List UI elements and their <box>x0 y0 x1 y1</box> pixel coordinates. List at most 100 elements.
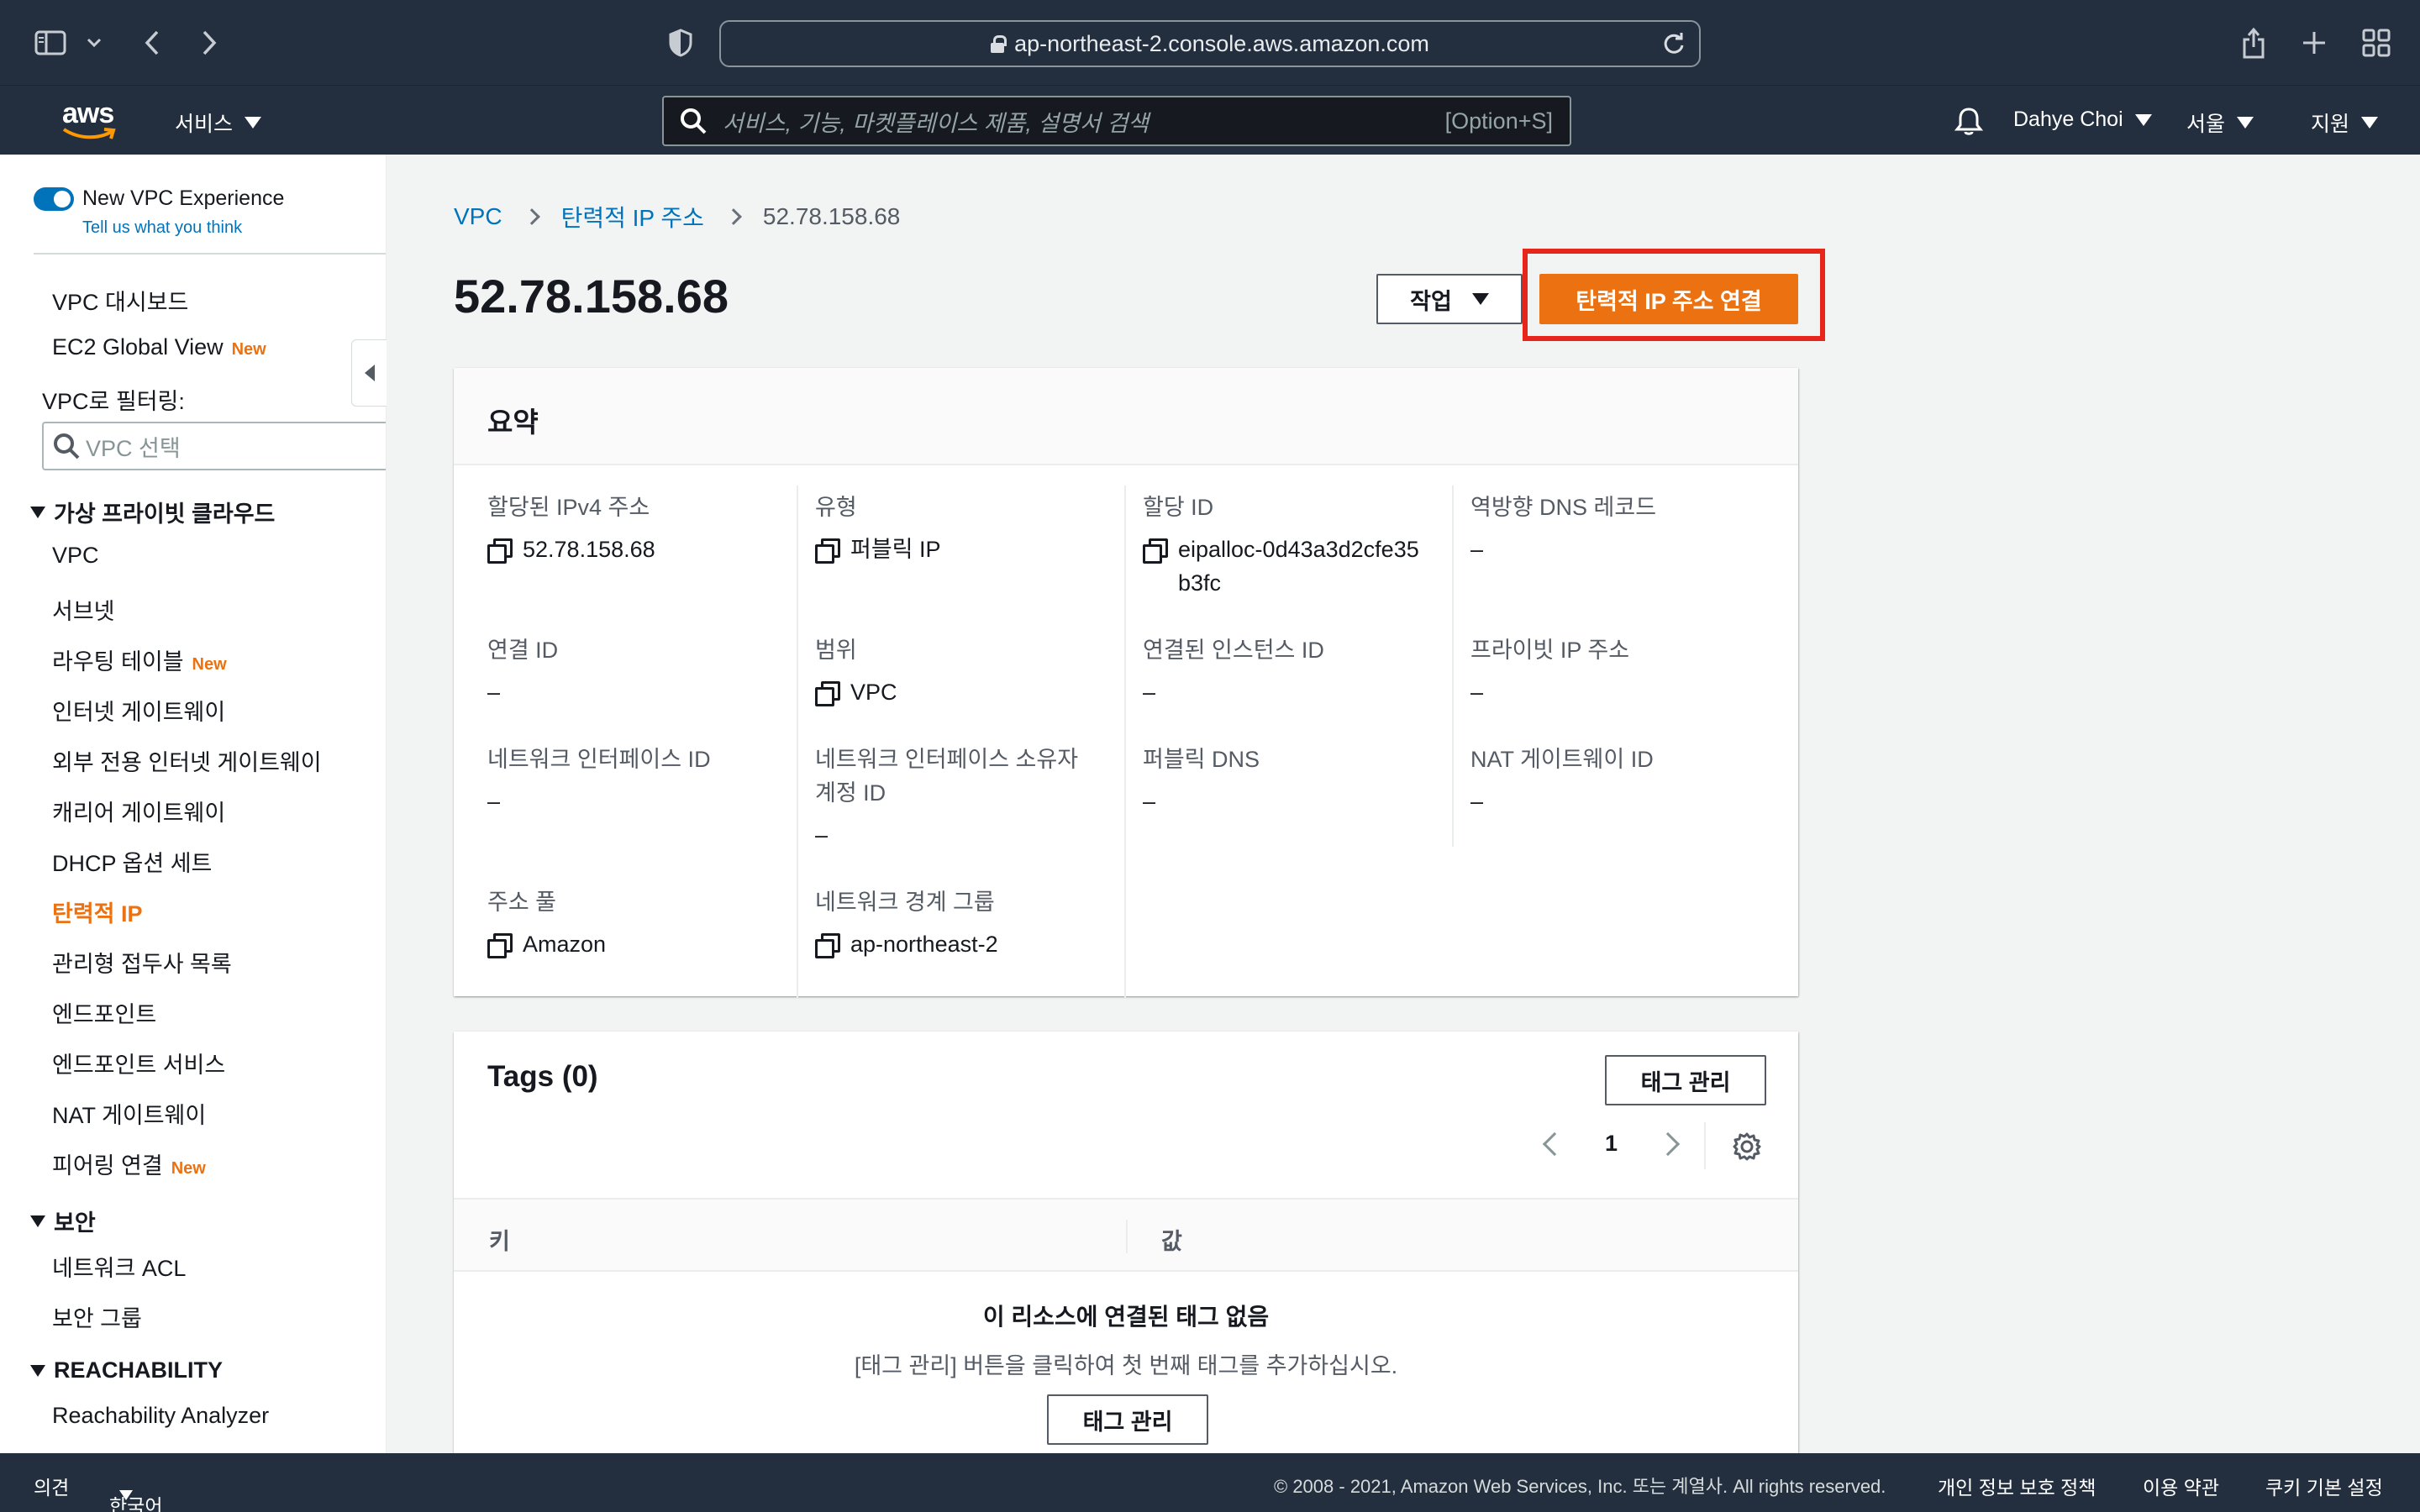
sidebar-item-endpoints[interactable]: 엔드포인트 <box>52 996 156 1029</box>
field-address-pool: 주소 풀 Amazon <box>487 890 607 958</box>
section-reachability[interactable]: REACHABILITY <box>30 1357 223 1383</box>
copy-icon[interactable] <box>1143 538 1168 564</box>
search-icon <box>54 433 80 459</box>
associate-elastic-ip-button[interactable]: 탄력적 IP 주소 연결 <box>1539 274 1798 324</box>
sidebar-item-endpoint-services[interactable]: 엔드포인트 서비스 <box>52 1047 225 1079</box>
chevron-right-icon <box>724 208 742 225</box>
new-vpc-experience-toggle[interactable] <box>34 186 74 211</box>
copy-icon[interactable] <box>815 681 840 706</box>
privacy-link[interactable]: 개인 정보 보호 정책 <box>1938 1472 2096 1500</box>
console-search-input[interactable]: 서비스, 기능, 마켓플레이스 제품, 설명서 검색 [Option+S] <box>662 96 1571 146</box>
field-private-ip: 프라이빗 IP 주소 – <box>1470 638 1630 705</box>
chevron-right-icon <box>523 208 540 225</box>
copy-icon[interactable] <box>815 933 840 958</box>
section-security[interactable]: 보안 <box>30 1205 96 1237</box>
vpc-filter-placeholder: VPC 선택 <box>86 435 181 461</box>
address-bar[interactable]: ap-northeast-2.console.aws.amazon.com <box>719 20 1701 67</box>
tab-overview-icon[interactable] <box>2361 25 2391 60</box>
field-eni-id: 네트워크 인터페이스 ID – <box>487 747 711 814</box>
breadcrumb-vpc-link[interactable]: VPC <box>454 203 502 230</box>
manage-tags-button[interactable]: 태그 관리 <box>1605 1055 1766 1105</box>
region-menu[interactable]: 서울 <box>2186 108 2254 138</box>
field-public-dns: 퍼블릭 DNS – <box>1143 747 1260 814</box>
vpc-filter-select[interactable]: VPC 선택 <box>42 422 386 470</box>
field-instance-id: 연결된 인스턴스 ID – <box>1143 638 1324 705</box>
pagination: 1 <box>1542 1131 1681 1157</box>
sidebar-item-reachability-analyzer[interactable]: Reachability Analyzer <box>52 1403 269 1429</box>
copy-icon[interactable] <box>815 538 840 564</box>
field-allocation-id: 할당 ID eipalloc-0d43a3d2cfe35b3fc <box>1143 495 1419 596</box>
collapse-sidebar-button[interactable] <box>351 339 387 407</box>
sidebar-item-prefix-lists[interactable]: 관리형 접두사 목록 <box>52 946 232 979</box>
feedback-link[interactable]: 의견 <box>34 1472 69 1500</box>
sidebar-toggle-icon[interactable] <box>34 25 67 60</box>
back-icon[interactable] <box>139 25 165 60</box>
actions-dropdown-button[interactable]: 작업 <box>1376 274 1523 324</box>
breadcrumb: VPC 탄력적 IP 주소 52.78.158.68 <box>454 200 900 234</box>
field-association-id: 연결 ID – <box>487 638 559 705</box>
new-badge: New <box>171 1159 206 1178</box>
sidebar-item-network-acl[interactable]: 네트워크 ACL <box>52 1250 186 1283</box>
search-icon <box>681 108 707 134</box>
column-divider <box>1126 1220 1128 1253</box>
column-divider <box>1124 486 1126 998</box>
breadcrumb-elastic-ip-link[interactable]: 탄력적 IP 주소 <box>561 200 704 234</box>
tags-heading: Tags (0) <box>487 1060 598 1093</box>
sidebar-item-subnets[interactable]: 서브넷 <box>52 593 115 626</box>
privacy-shield-icon[interactable] <box>667 25 694 60</box>
toggle-label: New VPC Experience <box>82 186 285 210</box>
chevron-down-icon[interactable] <box>84 25 104 60</box>
share-icon[interactable] <box>2240 25 2267 60</box>
support-menu[interactable]: 지원 <box>2311 108 2379 138</box>
new-experience-toggle-row: New VPC Experience <box>34 186 284 211</box>
section-virtual-private-cloud[interactable]: 가상 프라이빗 클라우드 <box>30 496 275 528</box>
sidebar-item-security-groups[interactable]: 보안 그룹 <box>52 1300 142 1333</box>
terms-link[interactable]: 이용 약관 <box>2143 1472 2219 1500</box>
search-shortcut: [Option+S] <box>1444 108 1553 134</box>
field-scope: 범위 VPC <box>815 638 897 706</box>
services-menu[interactable]: 서비스 <box>175 108 262 138</box>
sidebar-item-route-tables[interactable]: 라우팅 테이블 New <box>52 643 227 676</box>
field-allocated-ipv4: 할당된 IPv4 주소 52.78.158.68 <box>487 495 655 564</box>
forward-icon[interactable] <box>197 25 222 60</box>
caret-down-icon <box>245 117 262 129</box>
caret-down-icon <box>1471 293 1489 305</box>
gear-icon[interactable] <box>1733 1132 1761 1161</box>
reload-icon[interactable] <box>1662 32 1686 55</box>
column-header-key[interactable]: 키 <box>489 1223 510 1256</box>
chevron-right-icon[interactable] <box>1655 1131 1681 1156</box>
aws-logo[interactable]: aws <box>60 97 121 139</box>
manage-tags-empty-button[interactable]: 태그 관리 <box>1047 1394 1208 1445</box>
sidebar-item-peering[interactable]: 피어링 연결 New <box>52 1147 206 1180</box>
tags-panel: Tags (0) 태그 관리 1 키 값 이 리소스에 연결된 태그 없음 [태… <box>454 1032 1798 1453</box>
sidebar-item-nat-gateways[interactable]: NAT 게이트웨이 <box>52 1097 206 1130</box>
field-eni-owner: 네트워크 인터페이스 소유자 계정 ID – <box>815 747 1079 848</box>
copy-icon[interactable] <box>487 538 513 564</box>
sidebar-item-elastic-ip[interactable]: 탄력적 IP <box>52 895 143 928</box>
sidebar-item-internet-gateways[interactable]: 인터넷 게이트웨이 <box>52 694 225 727</box>
feedback-link[interactable]: Tell us what you think <box>82 218 242 238</box>
field-nat-gateway-id: NAT 게이트웨이 ID – <box>1470 747 1654 814</box>
copy-icon[interactable] <box>487 933 513 958</box>
page-number[interactable]: 1 <box>1605 1131 1618 1157</box>
sidebar-item-vpc-dashboard[interactable]: VPC 대시보드 <box>52 284 188 317</box>
caret-down-icon <box>2134 113 2152 126</box>
tags-table-header: 키 값 <box>454 1198 1798 1272</box>
sidebar-item-egress-only-gateways[interactable]: 외부 전용 인터넷 게이트웨이 <box>52 744 322 777</box>
new-tab-icon[interactable] <box>2301 25 2328 60</box>
sidebar-item-ec2-global-view[interactable]: EC2 Global View New <box>52 334 266 360</box>
chevron-left-icon[interactable] <box>1542 1131 1567 1156</box>
divider <box>1704 1122 1706 1169</box>
account-menu[interactable]: Dahye Choi <box>2013 108 2152 132</box>
sidebar-item-vpc[interactable]: VPC <box>52 543 99 569</box>
column-divider <box>1452 486 1454 847</box>
bell-icon[interactable] <box>1954 106 1983 136</box>
summary-heading: 요약 <box>487 407 539 438</box>
url-text: ap-northeast-2.console.aws.amazon.com <box>1014 30 1429 56</box>
column-divider <box>797 486 798 998</box>
filter-label: VPC로 필터링: <box>42 389 185 414</box>
cookie-preferences-link[interactable]: 쿠키 기본 설정 <box>2265 1472 2383 1500</box>
column-header-value[interactable]: 값 <box>1161 1223 1182 1256</box>
sidebar-item-carrier-gateways[interactable]: 캐리어 게이트웨이 <box>52 795 225 827</box>
sidebar-item-dhcp-options[interactable]: DHCP 옵션 세트 <box>52 845 212 878</box>
